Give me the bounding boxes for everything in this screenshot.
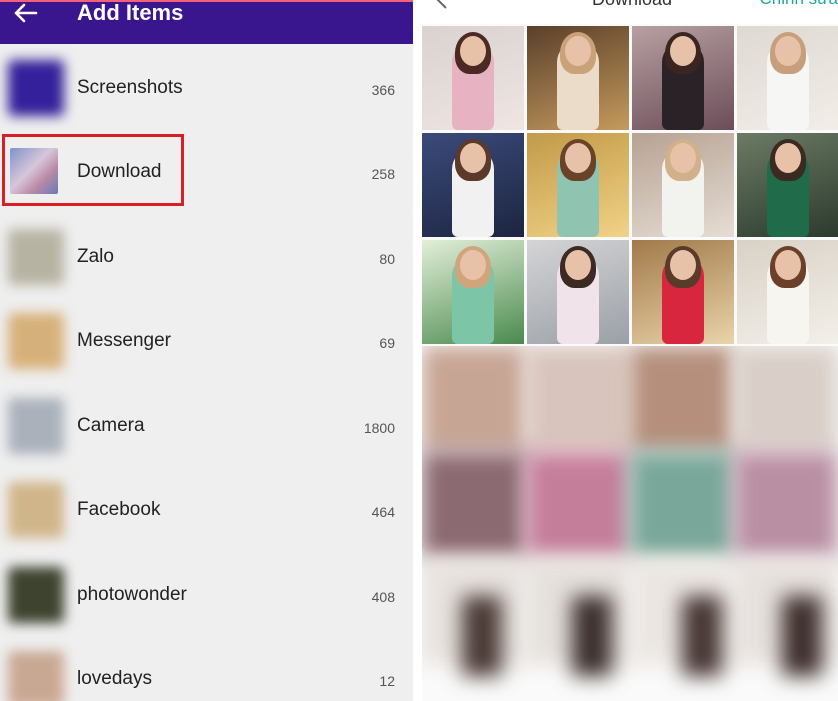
- album-row-photowonder[interactable]: photowonder 408: [0, 553, 413, 637]
- album-thumbnail: [8, 651, 64, 701]
- gallery-header: Download Chỉnh sửa: [422, 0, 838, 24]
- album-thumbnail: [8, 567, 64, 623]
- album-row-screenshots[interactable]: Screenshots 366: [0, 46, 413, 130]
- album-name: Camera: [77, 415, 145, 436]
- blurred-photo-area: [422, 346, 838, 701]
- album-row-facebook[interactable]: Facebook 464: [0, 468, 413, 552]
- album-thumbnail: [8, 229, 64, 285]
- album-count: 366: [371, 82, 395, 98]
- album-thumbnail: [8, 313, 64, 369]
- album-name: lovedays: [77, 668, 152, 689]
- album-row-lovedays[interactable]: lovedays 12: [0, 637, 413, 701]
- album-thumbnail: [8, 398, 64, 454]
- photo-thumbnail[interactable]: [632, 240, 734, 344]
- photo-thumbnail[interactable]: [422, 240, 524, 344]
- photo-thumbnail[interactable]: [527, 26, 629, 130]
- album-count: 69: [379, 335, 395, 351]
- album-name: Messenger: [77, 330, 171, 351]
- album-row-zalo[interactable]: Zalo 80: [0, 215, 413, 299]
- selection-highlight-box: [2, 134, 184, 206]
- album-thumbnail: [8, 482, 64, 538]
- photo-thumbnail[interactable]: [737, 26, 838, 130]
- album-name: Screenshots: [77, 77, 183, 98]
- edit-button[interactable]: Chỉnh sửa: [760, 0, 838, 10]
- gallery-title: Download: [592, 0, 672, 10]
- panel-divider: [413, 0, 422, 701]
- album-name: photowonder: [77, 584, 187, 605]
- page-title: Add Items: [77, 0, 184, 25]
- album-count: 464: [371, 504, 395, 520]
- photo-thumbnail[interactable]: [737, 240, 838, 344]
- status-accent-line: [0, 0, 413, 2]
- album-row-camera[interactable]: Camera 1800: [0, 384, 413, 468]
- album-thumbnail: [8, 60, 64, 116]
- gallery-panel: Download Chỉnh sửa: [422, 0, 838, 701]
- photo-thumbnail[interactable]: [527, 240, 629, 344]
- photo-thumbnail[interactable]: [527, 133, 629, 237]
- photo-thumbnail[interactable]: [632, 26, 734, 130]
- photo-thumbnail[interactable]: [422, 133, 524, 237]
- album-count: 258: [371, 166, 395, 182]
- album-row-messenger[interactable]: Messenger 69: [0, 299, 413, 383]
- album-name: Zalo: [77, 246, 114, 267]
- album-picker-panel: Add Items Screenshots 366 Download 258 Z…: [0, 0, 413, 701]
- photo-thumbnail[interactable]: [737, 133, 838, 237]
- back-chevron-icon[interactable]: [432, 0, 452, 10]
- app-bar: Add Items: [0, 0, 413, 44]
- back-arrow-icon[interactable]: [12, 2, 38, 24]
- album-count: 12: [379, 673, 395, 689]
- photo-thumbnail[interactable]: [422, 26, 524, 130]
- photo-thumbnail[interactable]: [632, 133, 734, 237]
- album-count: 80: [379, 251, 395, 267]
- album-count: 408: [371, 589, 395, 605]
- album-name: Facebook: [77, 499, 161, 520]
- album-count: 1800: [363, 420, 395, 436]
